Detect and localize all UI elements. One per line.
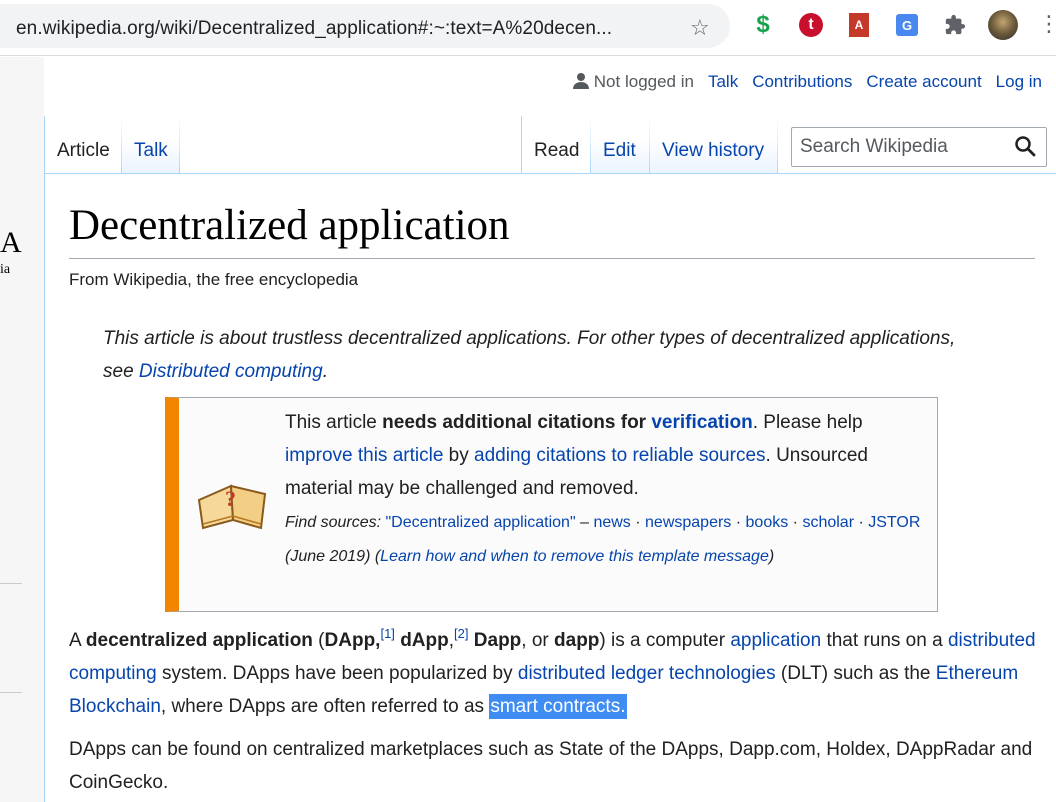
learn-remove-template-link[interactable]: Learn how and when to remove this templa… (380, 548, 769, 565)
reference-1[interactable]: [1] (380, 626, 394, 641)
jstor-link[interactable]: JSTOR (868, 514, 920, 531)
dollar-extension-icon[interactable]: $ (750, 11, 776, 38)
scholar-link[interactable]: scholar (802, 514, 854, 531)
adding-citations-link[interactable]: adding citations to reliable sources (474, 445, 766, 466)
personal-tools: Not logged in Talk Contributions Create … (573, 72, 1042, 92)
news-link[interactable]: news (593, 514, 630, 531)
contributions-link[interactable]: Contributions (752, 72, 852, 92)
url-text[interactable]: en.wikipedia.org/wiki/Decentralized_appl… (16, 18, 612, 40)
article-content: Decentralized application From Wikipedia… (44, 174, 1056, 802)
books-link[interactable]: books (746, 514, 789, 531)
notice-text: This article needs additional citations … (285, 412, 921, 565)
citation-needed-notice: ? This article needs additional citation… (165, 397, 938, 612)
talk-link[interactable]: Talk (708, 72, 738, 92)
smart-contracts-link[interactable]: smart contracts. (489, 694, 627, 719)
tab-article[interactable]: Article (44, 116, 122, 174)
wikipedia-logo-fragment[interactable]: A (0, 226, 22, 260)
tab-view-history[interactable]: View history (650, 116, 778, 174)
svg-text:?: ? (225, 486, 236, 511)
search-icon[interactable] (1014, 135, 1038, 159)
query-link[interactable]: "Decentralized application" (386, 514, 576, 531)
sidebar-divider (0, 692, 22, 693)
dlt-link[interactable]: distributed ledger technologies (518, 663, 776, 684)
profile-avatar[interactable] (988, 10, 1018, 40)
star-icon[interactable]: ☆ (690, 15, 710, 41)
search-box (791, 127, 1047, 167)
improve-article-link[interactable]: improve this article (285, 445, 443, 466)
address-bar[interactable]: en.wikipedia.org/wiki/Decentralized_appl… (0, 4, 730, 48)
page-title: Decentralized application (69, 200, 1035, 259)
application-link[interactable]: application (730, 630, 821, 651)
tab-talk[interactable]: Talk (122, 116, 180, 174)
pdf-extension-icon[interactable]: A (846, 12, 872, 38)
browser-toolbar: en.wikipedia.org/wiki/Decentralized_appl… (0, 0, 1056, 56)
tagline: From Wikipedia, the free encyclopedia (69, 270, 359, 289)
newspapers-link[interactable]: newspapers (645, 514, 731, 531)
translate-extension-icon[interactable]: G (894, 12, 920, 38)
tab-edit[interactable]: Edit (591, 116, 650, 174)
tab-read[interactable]: Read (521, 116, 591, 174)
not-logged-in: Not logged in (573, 72, 694, 92)
lead-paragraph: A decentralized application (DApp,[1] dA… (69, 626, 1036, 719)
verification-link[interactable]: verification (651, 412, 752, 433)
sidebar-divider (0, 583, 22, 584)
create-account-link[interactable]: Create account (866, 72, 981, 92)
distributed-computing-link[interactable]: Distributed computing (139, 361, 323, 382)
hatnote: This article is about trustless decentra… (103, 328, 956, 382)
find-sources: Find sources: "Decentralized application… (285, 514, 921, 565)
second-paragraph: DApps can be found on centralized market… (69, 739, 1033, 793)
puzzle-extension-icon[interactable] (942, 12, 968, 38)
log-in-link[interactable]: Log in (996, 72, 1042, 92)
reference-2[interactable]: [2] (454, 626, 468, 641)
book-question-icon: ? (195, 470, 271, 530)
user-icon (573, 73, 590, 89)
left-sidebar (0, 57, 44, 802)
search-input[interactable] (800, 134, 1010, 160)
kebab-menu-icon[interactable]: ⋮ (1038, 12, 1056, 36)
wikipedia-logo-subtext: ia (0, 262, 11, 277)
t-extension-icon[interactable]: t (798, 12, 824, 38)
